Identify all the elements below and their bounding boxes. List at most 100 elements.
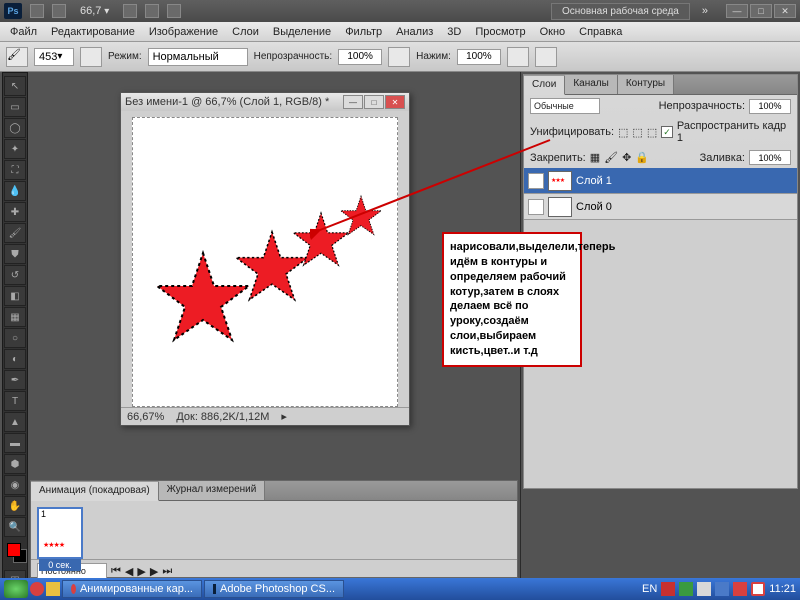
path-select-tool[interactable]: ▲ (4, 412, 26, 432)
layer-thumbnail[interactable] (548, 171, 572, 191)
tray-icon[interactable] (733, 582, 747, 596)
lock-position-icon[interactable]: ✥ (622, 151, 631, 164)
task-button[interactable]: Adobe Photoshop CS... (204, 580, 344, 598)
gradient-tool[interactable]: ▦ (4, 307, 26, 327)
explorer-icon[interactable] (46, 582, 60, 596)
color-picker[interactable] (3, 541, 27, 569)
fill-input[interactable] (749, 150, 791, 165)
doc-maximize-button[interactable]: □ (364, 95, 384, 109)
fg-color-swatch[interactable] (7, 543, 21, 557)
layer-opacity-input[interactable] (749, 99, 791, 114)
menu-edit[interactable]: Редактирование (45, 24, 141, 40)
opacity-pressure-button[interactable] (388, 47, 410, 67)
tool-preset-picker[interactable]: 🖌 (6, 47, 28, 67)
visibility-toggle[interactable]: 👁 (528, 173, 544, 189)
lock-pixels-icon[interactable]: 🖌 (604, 151, 618, 164)
zoom-tool[interactable]: 🔍 (4, 517, 26, 537)
airbrush-button[interactable] (507, 47, 529, 67)
menu-filter[interactable]: Фильтр (339, 24, 388, 40)
animation-frame[interactable]: 1 0 сек. (37, 507, 83, 559)
clock[interactable]: 11:21 (769, 583, 796, 595)
frame-duration[interactable]: 0 сек. (39, 559, 81, 571)
chevron-right-icon[interactable]: ▸ (281, 410, 287, 423)
layer-name[interactable]: Слой 1 (576, 175, 612, 187)
menu-image[interactable]: Изображение (143, 24, 224, 40)
flow-pressure-button[interactable] (535, 47, 557, 67)
blur-tool[interactable]: ○ (4, 328, 26, 348)
last-frame-button[interactable]: ⏭ (162, 565, 172, 578)
doc-zoom-field[interactable]: 66,67% (127, 411, 164, 423)
tab-paths[interactable]: Контуры (618, 75, 674, 94)
arrange-button[interactable] (145, 4, 159, 18)
eyedropper-tool[interactable]: 💧 (4, 181, 26, 201)
tab-channels[interactable]: Каналы (565, 75, 618, 94)
unify-style-icon[interactable]: ⬚ (647, 126, 657, 139)
menu-3d[interactable]: 3D (441, 24, 467, 40)
lock-all-icon[interactable]: 🔒 (635, 151, 649, 164)
dodge-tool[interactable]: ◐ (4, 349, 26, 369)
expand-icon[interactable]: » (698, 5, 712, 17)
brush-picker[interactable]: 453 ▾ (34, 48, 74, 66)
layer-thumbnail[interactable] (548, 197, 572, 217)
layer-row[interactable]: Слой 0 (524, 194, 797, 220)
document-titlebar[interactable]: Без имени-1 @ 66,7% (Слой 1, RGB/8) * — … (121, 93, 409, 111)
task-button[interactable]: Анимированные кар... (62, 580, 202, 598)
play-button[interactable]: ▶ (137, 565, 145, 578)
tray-icon[interactable] (697, 582, 711, 596)
next-frame-button[interactable]: ▶ (150, 565, 158, 578)
flow-input[interactable] (457, 49, 501, 65)
wand-tool[interactable]: ✦ (4, 139, 26, 159)
menu-help[interactable]: Справка (573, 24, 628, 40)
menu-file[interactable]: Файл (4, 24, 43, 40)
layer-name[interactable]: Слой 0 (576, 201, 612, 213)
brush-panel-toggle[interactable] (80, 47, 102, 67)
menu-analysis[interactable]: Анализ (390, 24, 439, 40)
menu-window[interactable]: Окно (534, 24, 572, 40)
visibility-toggle[interactable] (528, 199, 544, 215)
minimize-button[interactable]: — (726, 4, 748, 18)
layer-row[interactable]: 👁 Слой 1 (524, 168, 797, 194)
canvas[interactable] (132, 117, 398, 407)
blend-mode-select[interactable]: Обычные (530, 98, 600, 114)
tab-layers[interactable]: Слои (524, 76, 565, 95)
tray-icon[interactable] (661, 582, 675, 596)
opacity-input[interactable] (338, 49, 382, 65)
brush-tool[interactable]: 🖌 (4, 223, 26, 243)
start-button[interactable] (4, 580, 28, 598)
tab-measurements[interactable]: Журнал измерений (159, 481, 266, 500)
eraser-tool[interactable]: ◧ (4, 286, 26, 306)
hand-tool[interactable]: ✋ (4, 496, 26, 516)
menu-view[interactable]: Просмотр (469, 24, 531, 40)
tray-icon[interactable] (715, 582, 729, 596)
prev-frame-button[interactable]: ◀ (125, 565, 133, 578)
3d-camera-tool[interactable]: ◉ (4, 475, 26, 495)
3d-tool[interactable]: ⬢ (4, 454, 26, 474)
pen-tool[interactable]: ✒ (4, 370, 26, 390)
marquee-tool[interactable]: ▭ (4, 97, 26, 117)
first-frame-button[interactable]: ⏮ (111, 565, 121, 578)
move-tool[interactable]: ↖ (4, 76, 26, 96)
history-brush-tool[interactable]: ↺ (4, 265, 26, 285)
menu-select[interactable]: Выделение (267, 24, 337, 40)
lock-transparent-icon[interactable]: ▦ (590, 151, 600, 164)
opera-icon[interactable] (30, 582, 44, 596)
language-indicator[interactable]: EN (642, 583, 657, 595)
crop-tool[interactable]: ⛶ (4, 160, 26, 180)
stamp-tool[interactable]: ⛊ (4, 244, 26, 264)
blend-mode-select[interactable]: Нормальный (148, 48, 248, 66)
tray-icon[interactable] (679, 582, 693, 596)
workspace-selector[interactable]: Основная рабочая среда (551, 3, 690, 20)
menu-layers[interactable]: Слои (226, 24, 265, 40)
zoom-display[interactable]: 66,7 ▾ (74, 5, 115, 17)
view-extras-button[interactable] (123, 4, 137, 18)
doc-info[interactable]: Док: 886,2K/1,12M (176, 411, 269, 423)
history-button[interactable] (52, 4, 66, 18)
propagate-checkbox[interactable]: ✓ (661, 126, 673, 138)
type-tool[interactable]: T (4, 391, 26, 411)
unify-visibility-icon[interactable]: ⬚ (632, 126, 642, 139)
bridge-button[interactable] (30, 4, 44, 18)
close-button[interactable]: ✕ (774, 4, 796, 18)
lasso-tool[interactable]: ◯ (4, 118, 26, 138)
tab-animation[interactable]: Анимация (покадровая) (31, 482, 159, 501)
screen-mode-button[interactable] (167, 4, 181, 18)
